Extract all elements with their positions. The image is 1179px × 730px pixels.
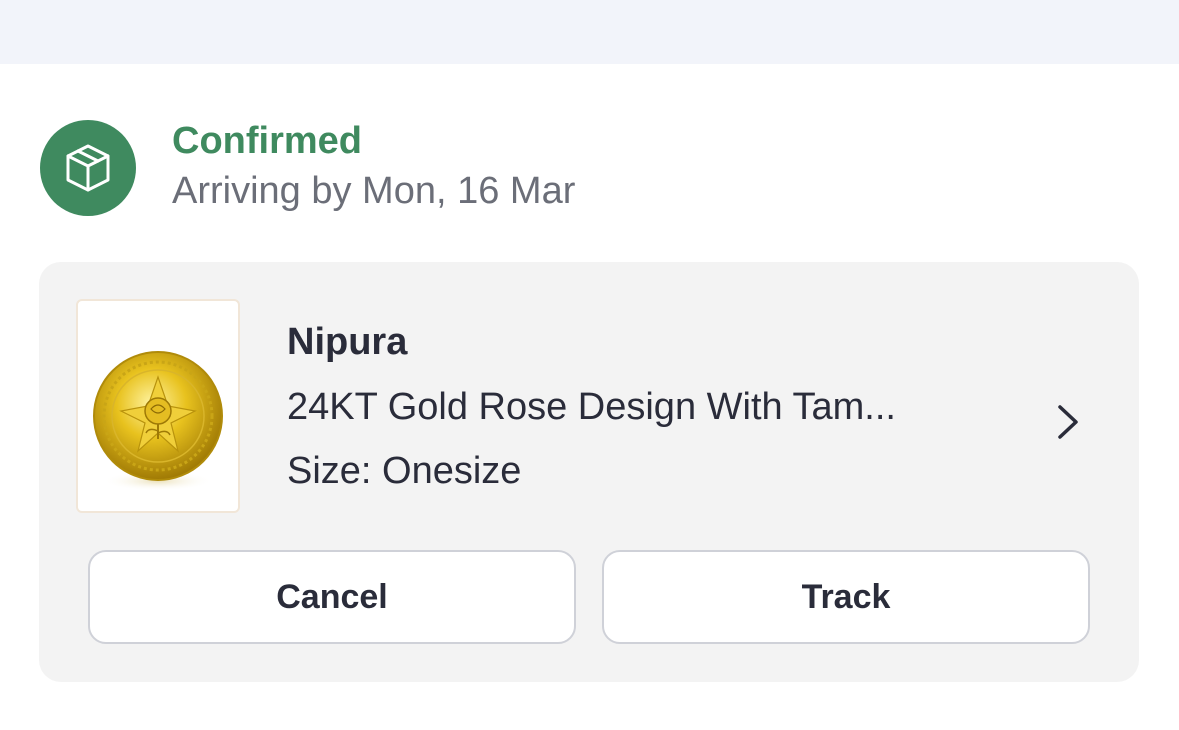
package-box-icon: [40, 120, 136, 216]
product-card[interactable]: Nipura 24KT Gold Rose Design With Tam...…: [39, 262, 1139, 682]
product-details[interactable]: Nipura 24KT Gold Rose Design With Tam...…: [287, 320, 987, 494]
product-size: Size: Onesize: [287, 450, 522, 492]
chevron-right-icon[interactable]: [1051, 402, 1085, 442]
product-image[interactable]: [76, 299, 240, 513]
order-status: Confirmed Arriving by Mon, 16 Mar: [40, 120, 1140, 216]
product-name: 24KT Gold Rose Design With Tam...: [287, 386, 896, 428]
delivery-estimate: Arriving by Mon, 16 Mar: [172, 170, 576, 212]
track-button[interactable]: Track: [602, 550, 1090, 644]
header-band: [0, 0, 1179, 64]
status-title: Confirmed: [172, 120, 362, 162]
product-brand: Nipura: [287, 321, 408, 363]
cancel-button[interactable]: Cancel: [88, 550, 576, 644]
